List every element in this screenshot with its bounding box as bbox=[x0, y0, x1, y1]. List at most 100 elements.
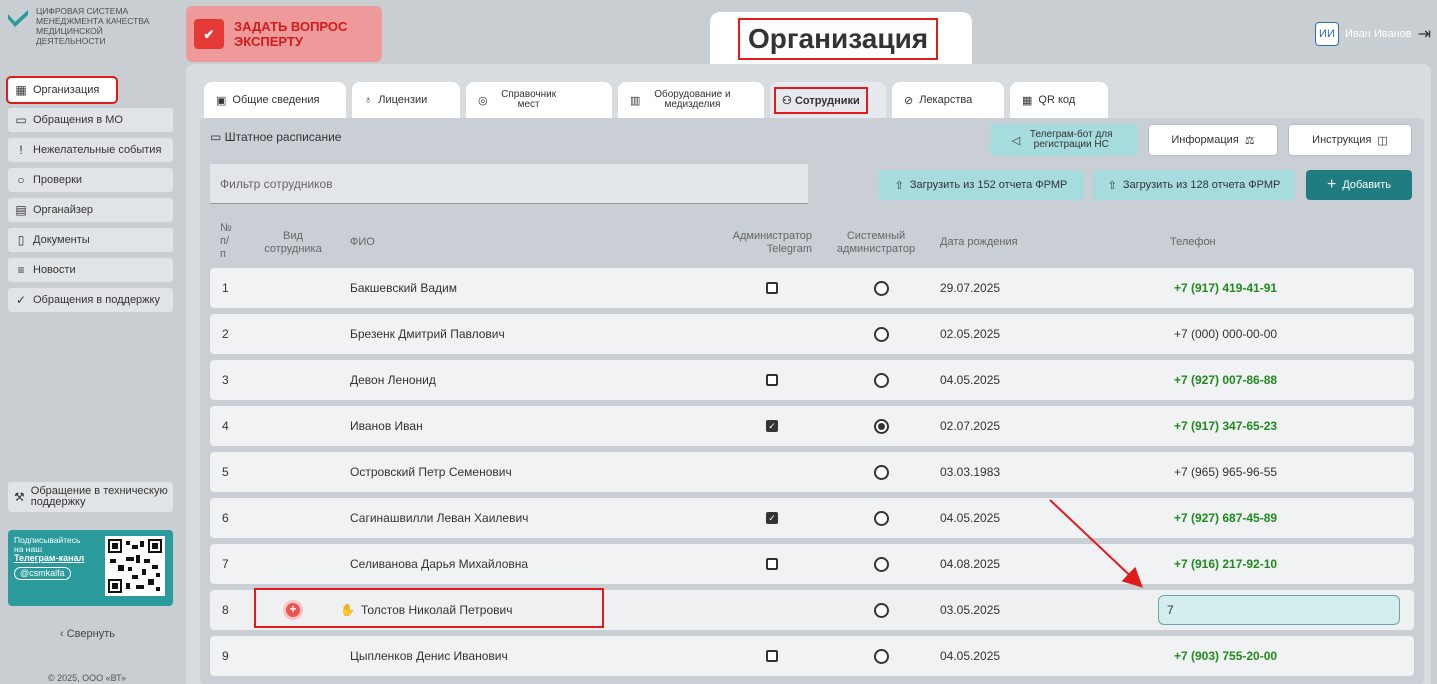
collapse-sidebar-button[interactable]: ‹ Свернуть bbox=[60, 628, 115, 640]
sys-admin-radio[interactable] bbox=[874, 326, 889, 342]
phone-cell: +7 (917) 347-65-23 bbox=[1174, 419, 1278, 433]
sys-admin-radio[interactable] bbox=[874, 602, 889, 618]
building-icon: ▦ bbox=[15, 83, 27, 97]
tg-admin-checkbox-cell[interactable]: ✓ bbox=[766, 406, 778, 446]
sidebar-nav: ▦ Организация ▭ Обращения в МО ! Нежелат… bbox=[6, 76, 173, 318]
sys-admin-radio-cell[interactable] bbox=[874, 544, 889, 584]
add-employee-button[interactable]: + Добавить bbox=[1306, 170, 1412, 200]
sys-admin-radio-cell[interactable] bbox=[874, 498, 889, 538]
tech-support-button[interactable]: ⚒ Обращение в техническую поддержку bbox=[8, 482, 173, 512]
sidebar-item-support-requests[interactable]: ✓ Обращения в поддержку bbox=[8, 288, 173, 312]
sidebar-item-documents[interactable]: ▯ Документы bbox=[8, 228, 173, 252]
sys-admin-radio-cell[interactable] bbox=[874, 452, 889, 492]
table-row[interactable]: 5 Островский Петр Семенович 03.03.1983 +7 (… bbox=[210, 452, 1414, 492]
sidebar-item-label: Документы bbox=[33, 234, 90, 246]
table-row[interactable]: 6 Сагинашвилли Леван Хаилевич ✓ 04.05.2025 +… bbox=[210, 498, 1414, 538]
telegram-card[interactable]: Подписывайтесь на наш Телеграм-канал @cs… bbox=[8, 530, 173, 606]
alert-icon: ! bbox=[19, 143, 23, 157]
tg-admin-checkbox-cell[interactable] bbox=[766, 544, 778, 584]
col-sys-admin: Системный администратор bbox=[836, 230, 916, 255]
info-button[interactable]: Информация ⚖ bbox=[1148, 124, 1278, 156]
table-row[interactable]: 7 Селиванова Дарья Михайловна 04.08.2025 +7… bbox=[210, 544, 1414, 584]
table-row[interactable]: 9 Цыпленков Денис Иванович 04.05.2025 +7 (9… bbox=[210, 636, 1414, 676]
tab-label: Лекарства bbox=[919, 94, 973, 106]
tab-licenses[interactable]: ♁ Лицензии bbox=[352, 82, 460, 118]
sidebar-item-label: Нежелательные события bbox=[33, 144, 162, 156]
upload-128-button[interactable]: ⇧ Загрузить из 128 отчета ФРМР bbox=[1093, 170, 1295, 200]
fio-cell: Сагинашвилли Леван Хаилевич bbox=[350, 511, 529, 525]
location-icon: ◎ bbox=[478, 94, 488, 107]
tg-admin-checkbox[interactable] bbox=[766, 558, 778, 570]
sys-admin-radio[interactable] bbox=[874, 464, 889, 480]
phone-input-cell[interactable] bbox=[1158, 590, 1400, 630]
upload-152-button[interactable]: ⇧ Загрузить из 152 отчета ФРМР bbox=[878, 170, 1084, 200]
sidebar-item-mo-requests[interactable]: ▭ Обращения в МО bbox=[8, 108, 173, 132]
sidebar-item-organization[interactable]: ▦ Организация bbox=[6, 76, 118, 104]
sidebar-item-adverse-events[interactable]: ! Нежелательные события bbox=[8, 138, 173, 162]
logo-text: ЦИФРОВАЯ СИСТЕМА МЕНЕДЖМЕНТА КАЧЕСТВА МЕ… bbox=[36, 6, 150, 46]
upload-icon: ⇧ bbox=[894, 179, 904, 192]
tab-medicines[interactable]: ⊘ Лекарства bbox=[892, 82, 1004, 118]
col-num: № п/п bbox=[220, 222, 232, 260]
tg-admin-checkbox-cell[interactable] bbox=[766, 360, 778, 400]
tab-staff[interactable]: ⚇ Сотрудники bbox=[770, 82, 886, 118]
row-number: 8 bbox=[222, 603, 229, 617]
table-row[interactable]: 3 Девон Ленонид 04.05.2025 +7 (927) 007-86-… bbox=[210, 360, 1414, 400]
sys-admin-radio-cell[interactable] bbox=[874, 590, 889, 630]
sys-admin-radio-cell[interactable] bbox=[874, 360, 889, 400]
tab-qr-code[interactable]: ▦ QR код bbox=[1010, 82, 1108, 118]
user-name[interactable]: Иван Иванов bbox=[1345, 28, 1412, 40]
sys-admin-radio[interactable] bbox=[874, 280, 889, 296]
sys-admin-radio[interactable] bbox=[874, 648, 889, 664]
birth-date-cell: 03.05.2025 bbox=[940, 603, 1001, 617]
col-fio[interactable]: ФИО bbox=[350, 236, 375, 249]
row-number: 4 bbox=[222, 419, 229, 433]
tab-general-info[interactable]: ▣ Общие сведения bbox=[204, 82, 346, 118]
sys-admin-radio[interactable] bbox=[874, 510, 889, 526]
sys-admin-radio[interactable] bbox=[874, 418, 889, 434]
tab-equipment[interactable]: ▥ Оборудование и медизделия bbox=[618, 82, 764, 118]
sys-admin-radio-cell[interactable] bbox=[874, 314, 889, 354]
sys-admin-radio-cell[interactable] bbox=[874, 636, 889, 676]
avatar[interactable]: ИИ bbox=[1314, 22, 1339, 46]
sys-admin-radio-cell[interactable] bbox=[874, 268, 889, 308]
tg-admin-checkbox[interactable] bbox=[766, 650, 778, 662]
sidebar-item-news[interactable]: ≡ Новости bbox=[8, 258, 173, 282]
tg-admin-checkbox-cell[interactable] bbox=[766, 268, 778, 308]
table-row[interactable]: 4 Иванов Иван ✓ 02.07.2025 +7 (917) 347-65-2… bbox=[210, 406, 1414, 446]
tab-label: Общие сведения bbox=[232, 94, 320, 106]
birth-date-cell: 29.07.2025 bbox=[940, 281, 1001, 295]
phone-input[interactable] bbox=[1158, 595, 1400, 625]
calendar-icon: ▤ bbox=[15, 203, 27, 217]
phone-cell: +7 (917) 419-41-91 bbox=[1174, 281, 1278, 295]
sidebar-item-inspections[interactable]: ○ Проверки bbox=[8, 168, 173, 192]
plus-icon: + bbox=[1327, 176, 1337, 193]
table-row[interactable]: 2 Брезенк Дмитрий Павлович 02.05.2025 +7 (0… bbox=[210, 314, 1414, 354]
tg-admin-checkbox-cell[interactable]: ✓ bbox=[766, 498, 778, 538]
staff-filter-input[interactable]: Фильтр сотрудников bbox=[210, 164, 808, 204]
logout-icon[interactable]: ⇥ bbox=[1418, 24, 1431, 44]
col-birth[interactable]: Дата рождения bbox=[940, 236, 1018, 249]
ask-expert-button[interactable]: ✔ ЗАДАТЬ ВОПРОС ЭКСПЕРТУ bbox=[186, 6, 382, 62]
tab-places[interactable]: ◎ Справочник мест bbox=[466, 82, 612, 118]
sidebar-item-organizer[interactable]: ▤ Органайзер bbox=[8, 198, 173, 222]
tg-admin-checkbox[interactable]: ✓ bbox=[766, 512, 778, 524]
wrench-icon: ⚒ bbox=[14, 489, 25, 504]
fio-cell: Бакшевский Вадим bbox=[350, 281, 457, 295]
logo[interactable]: ЦИФРОВАЯ СИСТЕМА МЕНЕДЖМЕНТА КАЧЕСТВА МЕ… bbox=[6, 6, 166, 46]
info-button-label: Информация bbox=[1171, 134, 1239, 146]
table-row[interactable]: 1 Бакшевский Вадим 29.07.2025 +7 (917) 419-… bbox=[210, 268, 1414, 308]
tg-admin-checkbox[interactable] bbox=[766, 282, 778, 294]
telegram-handle: @csmkalfa bbox=[14, 567, 71, 580]
fio-cell: Иванов Иван bbox=[350, 419, 423, 433]
sys-admin-radio-cell[interactable] bbox=[874, 406, 889, 446]
instruction-button[interactable]: Инструкция ◫ bbox=[1288, 124, 1412, 156]
tg-admin-checkbox[interactable]: ✓ bbox=[766, 420, 778, 432]
sys-admin-radio[interactable] bbox=[874, 556, 889, 572]
telegram-bot-button[interactable]: ◁ Телеграм-бот для регистрации НС bbox=[990, 124, 1138, 156]
sys-admin-radio[interactable] bbox=[874, 372, 889, 388]
phone-cell: +7 (927) 007-86-88 bbox=[1174, 373, 1278, 387]
tab-label: Лицензии bbox=[378, 94, 428, 106]
tg-admin-checkbox-cell[interactable] bbox=[766, 636, 778, 676]
tg-admin-checkbox[interactable] bbox=[766, 374, 778, 386]
